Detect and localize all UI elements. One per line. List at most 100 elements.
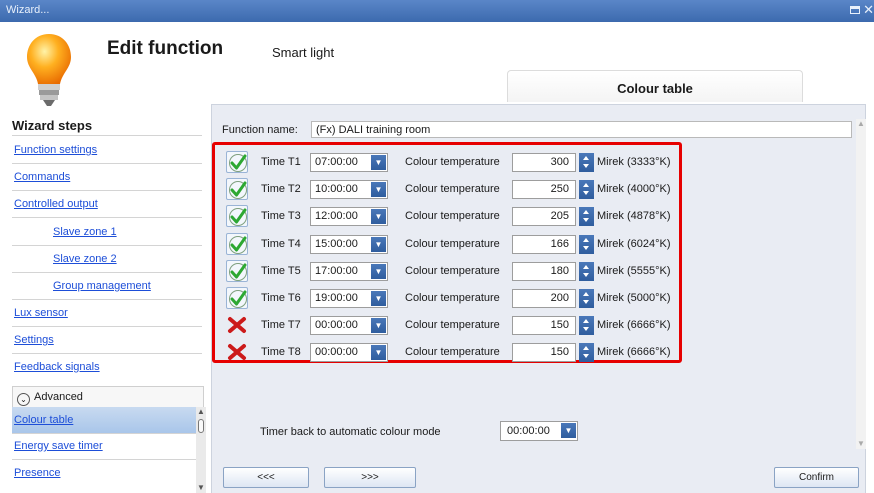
- chevron-down-icon[interactable]: ▼: [561, 423, 576, 438]
- sidebar-scrollbar[interactable]: ▲ ▼: [196, 407, 206, 493]
- sidebar-item-colour-table[interactable]: Colour table: [14, 414, 73, 426]
- sidebar-item-energy-save-timer[interactable]: Energy save timer: [14, 440, 103, 452]
- function-name-field[interactable]: (Fx) DALI training room: [311, 121, 852, 138]
- wizard-steps-panel: Wizard steps Function settings Commands …: [6, 118, 206, 493]
- content-scrollbar[interactable]: ▲ ▼: [856, 119, 866, 449]
- chevron-down-icon[interactable]: ▼: [371, 237, 386, 252]
- previous-button[interactable]: <<<: [223, 467, 309, 488]
- spinner-icon[interactable]: [579, 316, 594, 335]
- time-select[interactable]: 07:00:00 ▼: [310, 153, 388, 172]
- scroll-up-icon[interactable]: ▲: [196, 407, 206, 417]
- chevron-down-icon[interactable]: ▼: [371, 345, 386, 360]
- colour-temperature-label: Colour temperature: [405, 319, 500, 331]
- function-name-label: Function name:: [222, 124, 298, 136]
- time-select[interactable]: 10:00:00 ▼: [310, 180, 388, 199]
- colour-temperature-input[interactable]: 205: [512, 207, 576, 226]
- check-icon[interactable]: [226, 233, 248, 255]
- tab-colour-table[interactable]: Colour table: [507, 70, 803, 102]
- maximize-icon[interactable]: [850, 6, 860, 14]
- colour-temperature-input[interactable]: 200: [512, 289, 576, 308]
- time-row: Time T4 15:00:00 ▼ Colour temperature 166 Mir…: [222, 231, 672, 258]
- sidebar-item-lux-sensor[interactable]: Lux sensor: [14, 307, 68, 319]
- wizard-steps-title: Wizard steps: [12, 118, 93, 133]
- mirek-label: Mirek (6666°K): [597, 319, 671, 331]
- check-icon[interactable]: [226, 151, 248, 173]
- timer-back-value: 00:00:00: [507, 425, 550, 437]
- mirek-label: Mirek (4000°K): [597, 183, 671, 195]
- next-button[interactable]: >>>: [324, 467, 416, 488]
- colour-temperature-input[interactable]: 166: [512, 235, 576, 254]
- colour-temperature-input[interactable]: 250: [512, 180, 576, 199]
- time-row: Time T5 17:00:00 ▼ Colour temperature 180 Mir…: [222, 258, 672, 285]
- page-subtitle: Smart light: [272, 45, 335, 60]
- time-label: Time T1: [261, 156, 301, 168]
- sidebar-item-function-settings[interactable]: Function settings: [14, 144, 97, 156]
- check-icon[interactable]: [226, 178, 248, 200]
- spinner-icon[interactable]: [579, 262, 594, 281]
- close-icon[interactable]: ✕: [863, 2, 874, 18]
- colour-temperature-input[interactable]: 300: [512, 153, 576, 172]
- chevron-down-icon[interactable]: ▼: [371, 291, 386, 306]
- chevron-down-icon[interactable]: ▼: [371, 318, 386, 333]
- check-icon[interactable]: [226, 287, 248, 309]
- time-label: Time T5: [261, 265, 301, 277]
- time-value: 15:00:00: [315, 238, 358, 250]
- confirm-button[interactable]: Confirm: [774, 467, 859, 488]
- sidebar-item-controlled-output[interactable]: Controlled output: [14, 198, 98, 210]
- chevron-down-icon[interactable]: ▼: [371, 182, 386, 197]
- time-select[interactable]: 17:00:00 ▼: [310, 262, 388, 281]
- time-row: Time T1 07:00:00 ▼ Colour temperature 300 Mir…: [222, 149, 672, 176]
- spinner-icon[interactable]: [579, 289, 594, 308]
- scroll-up-icon[interactable]: ▲: [856, 119, 866, 129]
- colour-temperature-label: Colour temperature: [405, 183, 500, 195]
- scroll-down-icon[interactable]: ▼: [196, 483, 206, 493]
- window-title: Wizard...: [6, 4, 50, 16]
- time-select[interactable]: 00:00:00 ▼: [310, 316, 388, 335]
- advanced-expander[interactable]: ⌄ Advanced: [12, 386, 204, 408]
- sidebar-item-slave-zone-1[interactable]: Slave zone 1: [53, 226, 117, 238]
- time-select[interactable]: 00:00:00 ▼: [310, 343, 388, 362]
- cross-icon[interactable]: [226, 341, 248, 363]
- sidebar-item-presence[interactable]: Presence: [14, 467, 60, 479]
- footer-bar: <<< >>> Confirm: [212, 457, 865, 493]
- colour-temperature-input[interactable]: 150: [512, 343, 576, 362]
- spinner-icon[interactable]: [579, 343, 594, 362]
- colour-temperature-label: Colour temperature: [405, 292, 500, 304]
- sidebar-item-feedback-signals[interactable]: Feedback signals: [14, 361, 100, 373]
- time-label: Time T6: [261, 292, 301, 304]
- timer-back-label: Timer back to automatic colour mode: [260, 426, 441, 438]
- sidebar-item-slave-zone-2[interactable]: Slave zone 2: [53, 253, 117, 265]
- chevron-down-icon[interactable]: ▼: [371, 209, 386, 224]
- time-select[interactable]: 12:00:00 ▼: [310, 207, 388, 226]
- sidebar-item-group-management[interactable]: Group management: [53, 280, 151, 292]
- time-label: Time T4: [261, 238, 301, 250]
- time-label: Time T8: [261, 346, 301, 358]
- sidebar-item-settings[interactable]: Settings: [14, 334, 54, 346]
- lightbulb-icon: [27, 34, 71, 106]
- time-select[interactable]: 19:00:00 ▼: [310, 289, 388, 308]
- colour-temperature-input[interactable]: 150: [512, 316, 576, 335]
- spinner-icon[interactable]: [579, 180, 594, 199]
- sidebar-item-commands[interactable]: Commands: [14, 171, 70, 183]
- check-icon[interactable]: [226, 260, 248, 282]
- time-label: Time T3: [261, 210, 301, 222]
- advanced-label: Advanced: [34, 391, 83, 403]
- chevron-down-icon[interactable]: ▼: [371, 264, 386, 279]
- wizard-window: Edit function Smart light Colour table W…: [0, 22, 874, 493]
- time-row: Time T2 10:00:00 ▼ Colour temperature 250 Mir…: [222, 176, 672, 203]
- scroll-down-icon[interactable]: ▼: [856, 439, 866, 449]
- cross-icon[interactable]: [226, 314, 248, 336]
- spinner-icon[interactable]: [579, 235, 594, 254]
- timer-back-select[interactable]: 00:00:00 ▼: [500, 421, 578, 441]
- time-row: Time T3 12:00:00 ▼ Colour temperature 205 Mir…: [222, 203, 672, 230]
- time-value: 07:00:00: [315, 156, 358, 168]
- page-title: Edit function: [107, 38, 224, 59]
- time-select[interactable]: 15:00:00 ▼: [310, 235, 388, 254]
- chevron-down-icon[interactable]: ▼: [371, 155, 386, 170]
- scrollbar-thumb[interactable]: [198, 419, 204, 433]
- time-value: 19:00:00: [315, 292, 358, 304]
- spinner-icon[interactable]: [579, 207, 594, 226]
- check-icon[interactable]: [226, 205, 248, 227]
- spinner-icon[interactable]: [579, 153, 594, 172]
- colour-temperature-input[interactable]: 180: [512, 262, 576, 281]
